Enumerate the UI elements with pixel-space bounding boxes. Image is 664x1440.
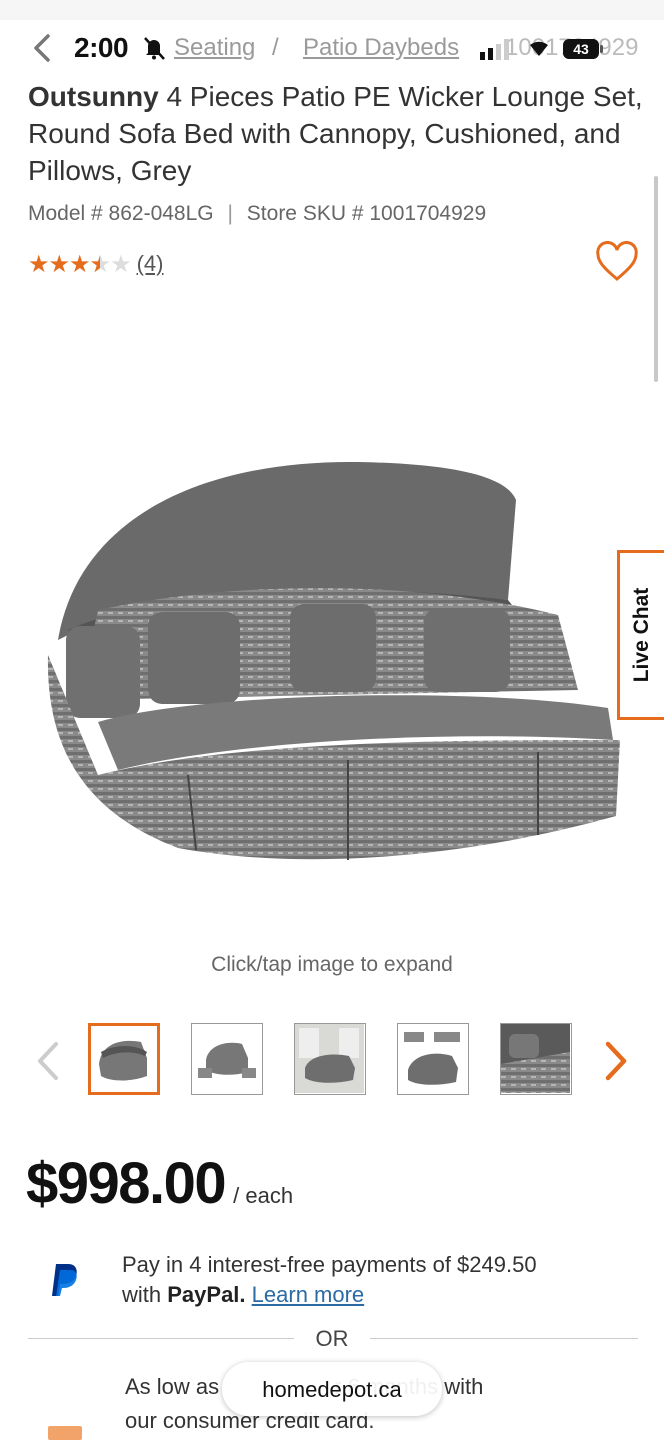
- status-time: 2:00: [74, 32, 129, 63]
- price: $998.00 / each: [26, 1150, 293, 1217]
- thumbnail-5[interactable]: [500, 1023, 572, 1095]
- paypal-prefix: with: [122, 1282, 168, 1307]
- or-label: OR: [315, 1326, 349, 1351]
- signal-icon: [478, 38, 514, 60]
- back-chevron-icon[interactable]: [30, 30, 60, 66]
- paypal-line-2: with PayPal. Learn more: [122, 1280, 642, 1310]
- scrollbar[interactable]: [654, 176, 658, 382]
- store-sku: Store SKU # 1001704929: [246, 202, 487, 225]
- thumbnail-4[interactable]: [397, 1023, 469, 1095]
- star-empty-icon: ★: [110, 250, 131, 278]
- paypal-line-1: Pay in 4 interest-free payments of $249.…: [122, 1252, 537, 1277]
- model-number: Model # 862-048LG: [28, 202, 214, 225]
- thumbnail-3[interactable]: [294, 1023, 366, 1095]
- price-amount: $998.00: [26, 1151, 227, 1216]
- star-icon: ★: [48, 250, 70, 278]
- identifier-separator: |: [227, 202, 233, 225]
- rating[interactable]: ★★★★★★ (4): [28, 250, 163, 278]
- url-text: homedepot.ca: [262, 1377, 402, 1402]
- product-brand: Outsunny: [28, 81, 159, 112]
- url-pill[interactable]: homedepot.ca: [222, 1362, 442, 1416]
- thumbnail-next-icon[interactable]: [602, 1040, 630, 1082]
- credit-line-1-start: As low as: [125, 1374, 220, 1399]
- battery-level: 43: [573, 41, 589, 57]
- product-identifiers: Model # 862-048LG | Store SKU # 10017049…: [28, 202, 486, 226]
- image-expand-hint: Click/tap image to expand: [211, 953, 453, 976]
- product-image[interactable]: [38, 440, 624, 880]
- thumbnail-prev-icon[interactable]: [34, 1040, 62, 1082]
- star-icon: ★: [28, 250, 49, 278]
- half-star-icon: ★★: [89, 250, 111, 278]
- credit-card-icon: [48, 1426, 82, 1440]
- wifi-icon: [528, 38, 550, 58]
- breadcrumb-patio-daybeds[interactable]: Patio Daybeds: [303, 34, 459, 62]
- live-chat-button[interactable]: Live Chat: [617, 550, 664, 720]
- breadcrumb-separator: /: [272, 34, 279, 61]
- thumbnail-2[interactable]: [191, 1023, 263, 1095]
- paypal-logo-icon: [50, 1262, 80, 1298]
- battery-icon: 43: [562, 37, 604, 61]
- product-title: Outsunny 4 Pieces Patio PE Wicker Lounge…: [28, 78, 648, 189]
- star-icon: ★: [69, 250, 90, 278]
- live-chat-label: Live Chat: [630, 587, 653, 683]
- favorite-heart-icon[interactable]: [595, 240, 639, 285]
- divider: [28, 1338, 294, 1339]
- paypal-offer: Pay in 4 interest-free payments of $249.…: [122, 1250, 642, 1310]
- top-band: [0, 0, 664, 20]
- rating-stars: ★★★★★★: [28, 250, 132, 279]
- learn-more-link[interactable]: Learn more: [252, 1282, 365, 1307]
- bell-muted-icon: [140, 34, 168, 62]
- price-unit: / each: [233, 1183, 294, 1208]
- review-count[interactable]: (4): [137, 251, 164, 277]
- thumbnail-1[interactable]: [88, 1023, 160, 1095]
- paypal-brand: PayPal.: [167, 1282, 246, 1307]
- breadcrumb-seating[interactable]: Seating: [174, 34, 255, 62]
- divider: [370, 1338, 638, 1339]
